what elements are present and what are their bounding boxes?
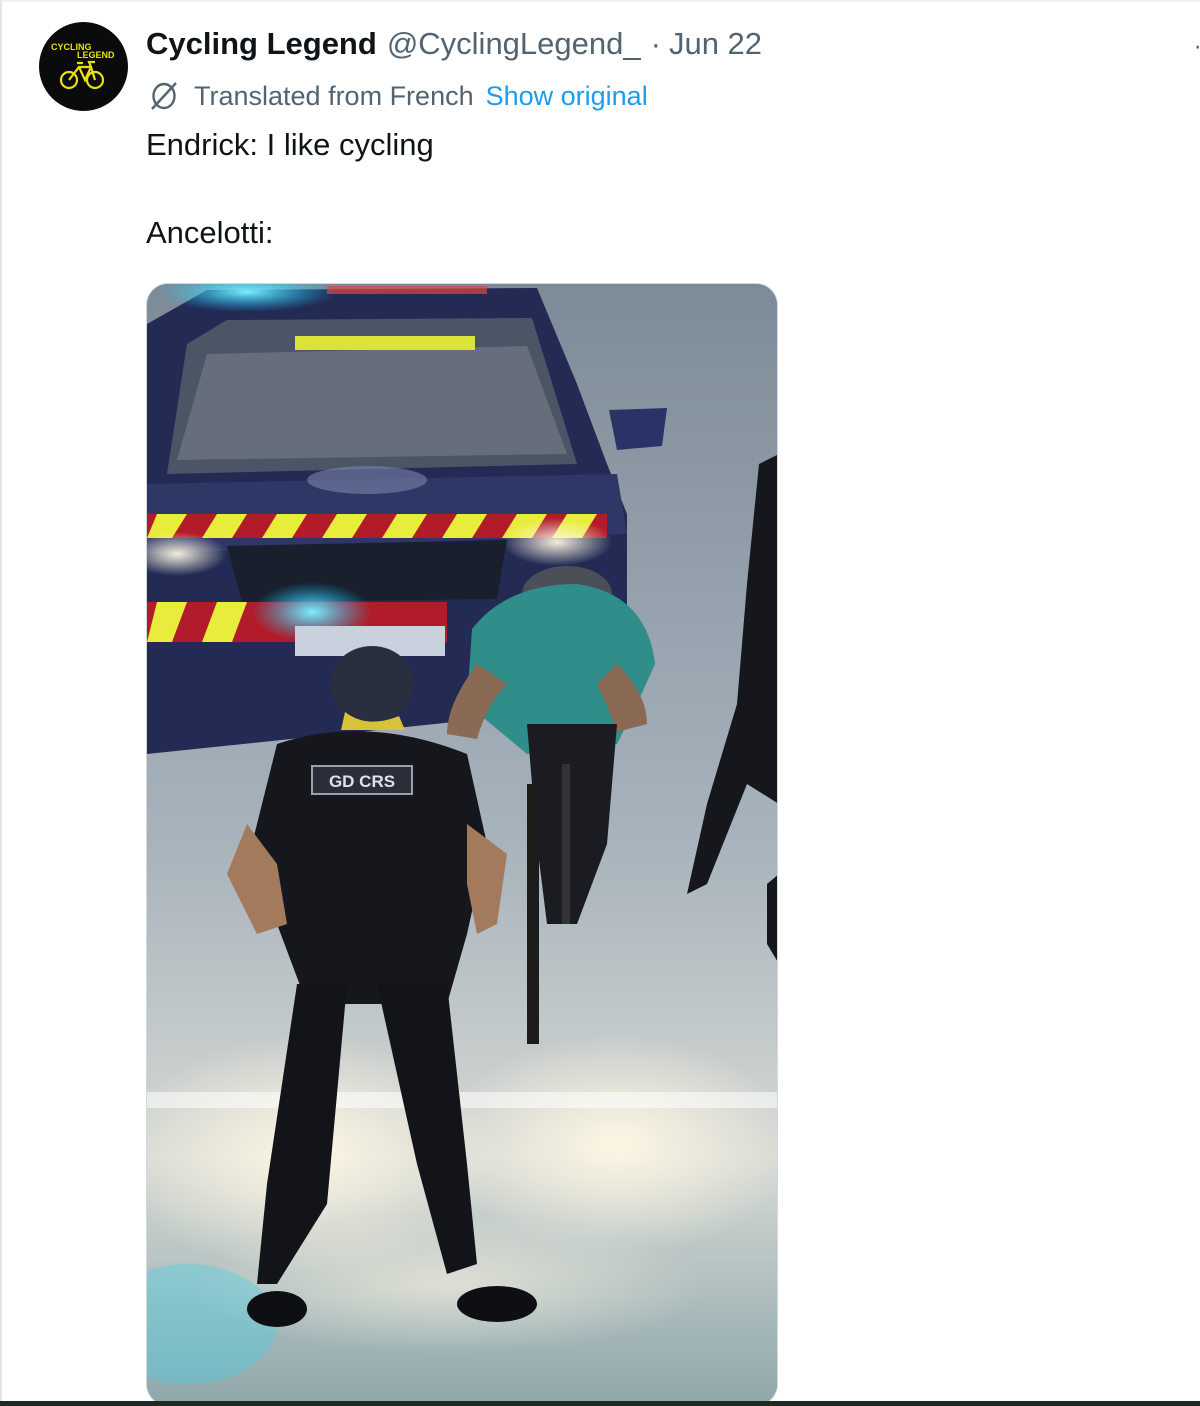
avatar[interactable]: CYCLING LEGEND bbox=[39, 22, 128, 111]
tweet-text-line: Ancelotti: bbox=[146, 215, 274, 250]
translation-notice: Translated from French Show original bbox=[146, 76, 648, 116]
tweet-screenshot: ⋯ CYCLING LEGEND Cycling Legend @Cycling… bbox=[0, 0, 1200, 1406]
tweet-text-line: Endrick: I like cycling bbox=[146, 127, 434, 162]
bicycle-icon bbox=[59, 60, 105, 90]
left-divider bbox=[0, 0, 2, 1406]
translated-from-label: Translated from French bbox=[194, 80, 474, 111]
cycling-legend-logo: CYCLING LEGEND bbox=[51, 42, 115, 90]
tweet-date[interactable]: Jun 22 bbox=[669, 24, 762, 64]
window-bottom-bar bbox=[0, 1401, 1200, 1406]
header-separator: · bbox=[650, 26, 661, 61]
author-handle[interactable]: @CyclingLegend_ bbox=[387, 24, 641, 64]
tweet-video[interactable]: GD CRS bbox=[146, 283, 778, 1406]
show-original-link[interactable]: Show original bbox=[486, 81, 648, 112]
video-frame: GD CRS bbox=[147, 284, 777, 1405]
tweet-header: Cycling Legend @CyclingLegend_ · Jun 22 bbox=[146, 24, 762, 64]
author-display-name[interactable]: Cycling Legend bbox=[146, 24, 377, 64]
translate-globe-icon bbox=[146, 78, 182, 114]
vest-patch-text: GD CRS bbox=[329, 772, 395, 791]
top-divider bbox=[0, 0, 1200, 2]
more-options-icon[interactable]: ⋯ bbox=[1194, 36, 1200, 58]
logo-text-bottom: LEGEND bbox=[77, 50, 115, 60]
